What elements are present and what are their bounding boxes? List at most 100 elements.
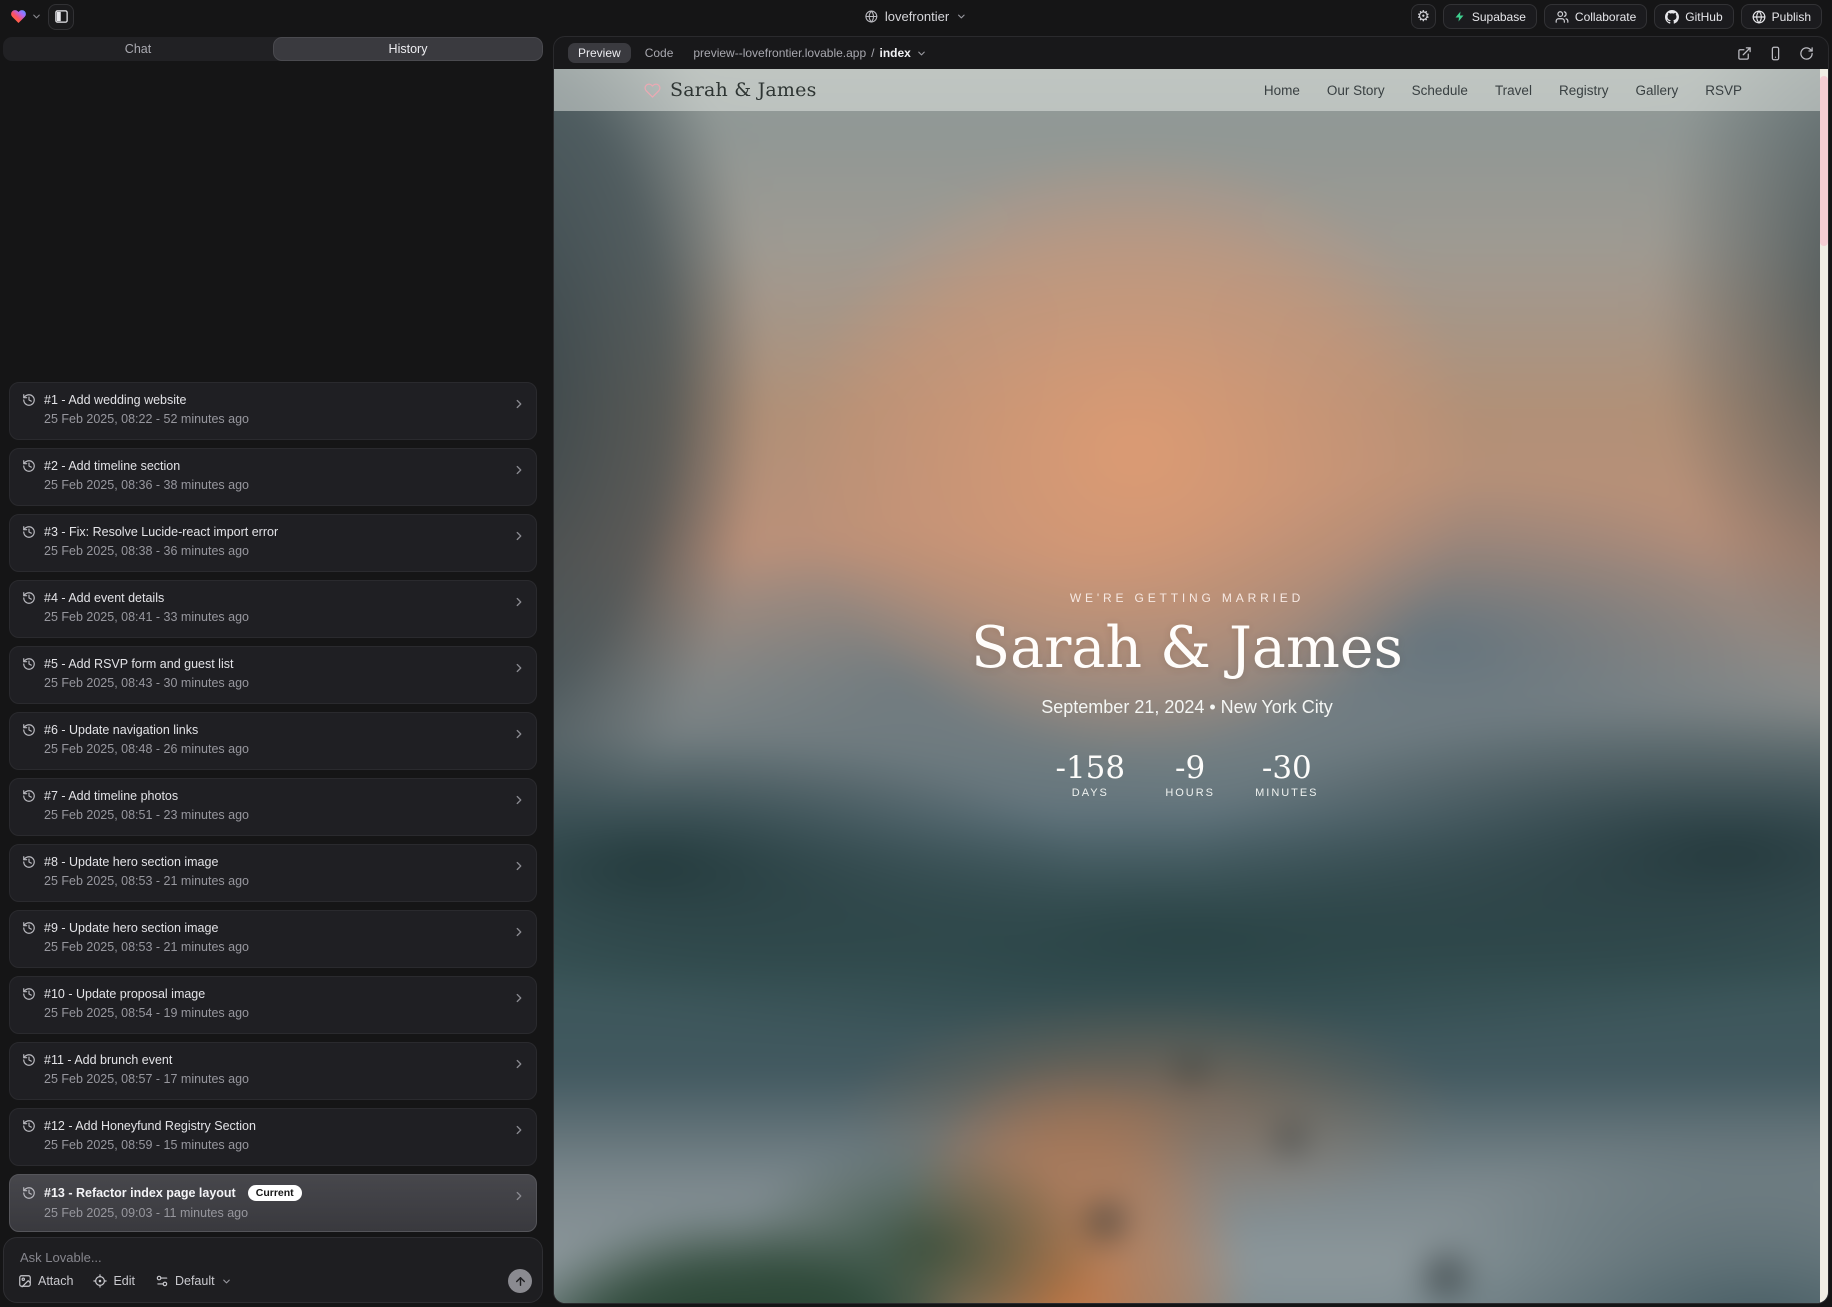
history-icon	[22, 657, 36, 671]
composer-placeholder[interactable]: Ask Lovable...	[20, 1250, 102, 1265]
history-item-title: #10 - Update proposal image	[44, 987, 205, 1001]
target-icon	[93, 1274, 107, 1288]
chevron-down-icon	[31, 11, 42, 22]
refresh-button[interactable]	[1799, 46, 1814, 61]
url-page: index	[879, 46, 910, 60]
history-item-title: #13 - Refactor index page layout	[44, 1186, 236, 1200]
lovable-heart-gradient-icon	[10, 8, 27, 25]
history-item-timestamp: 25 Feb 2025, 08:54 - 19 minutes ago	[44, 1006, 524, 1020]
history-item-title: #12 - Add Honeyfund Registry Section	[44, 1119, 256, 1133]
site-brand[interactable]: Sarah & James	[644, 79, 817, 101]
history-item[interactable]: #12 - Add Honeyfund Registry Section 25 …	[9, 1108, 537, 1166]
tab-history[interactable]: History	[273, 37, 543, 61]
history-item[interactable]: #5 - Add RSVP form and guest list 25 Feb…	[9, 646, 537, 704]
nav-gallery[interactable]: Gallery	[1635, 83, 1678, 98]
history-item[interactable]: #3 - Fix: Resolve Lucide-react import er…	[9, 514, 537, 572]
settings-button[interactable]: ⚙	[1411, 4, 1436, 29]
chevron-down-icon	[916, 48, 927, 59]
hero-eyebrow: WE'RE GETTING MARRIED	[554, 591, 1820, 605]
send-button[interactable]	[508, 1269, 532, 1293]
topbar: lovefrontier ⚙ Supabase Collaborate	[0, 0, 1832, 33]
chevron-right-icon	[512, 859, 526, 873]
edit-button[interactable]: Edit	[93, 1274, 135, 1288]
history-item-timestamp: 25 Feb 2025, 08:53 - 21 minutes ago	[44, 874, 524, 888]
publish-label: Publish	[1772, 10, 1811, 24]
tab-preview[interactable]: Preview	[568, 43, 631, 63]
collaborate-button[interactable]: Collaborate	[1544, 4, 1647, 29]
sidebar-tabs: Chat History	[3, 37, 543, 61]
preview-url[interactable]: preview--lovefrontier.lovable.app / inde…	[693, 46, 926, 60]
preview-panel: Preview Code preview--lovefrontier.lovab…	[553, 36, 1829, 1304]
project-switcher[interactable]: lovefrontier	[865, 0, 967, 33]
history-icon	[22, 855, 36, 869]
globe-icon	[1752, 10, 1766, 24]
history-icon	[22, 393, 36, 407]
countdown-days: -158 DAYS	[1055, 751, 1125, 799]
countdown-days-label: DAYS	[1055, 787, 1125, 799]
supabase-label: Supabase	[1472, 10, 1526, 24]
site-scrollbar	[1820, 69, 1828, 1303]
chevron-right-icon	[512, 529, 526, 543]
publish-button[interactable]: Publish	[1741, 4, 1822, 29]
history-item[interactable]: #6 - Update navigation links 25 Feb 2025…	[9, 712, 537, 770]
history-icon	[22, 525, 36, 539]
countdown-hours-value: -9	[1159, 751, 1221, 785]
history-item-title: #1 - Add wedding website	[44, 393, 186, 407]
sidebar: Chat History #1 - Add wedding website 25…	[3, 36, 543, 1304]
scrollbar-thumb[interactable]	[1820, 76, 1828, 246]
countdown-minutes-label: MINUTES	[1255, 787, 1318, 799]
hero-content: WE'RE GETTING MARRIED Sarah & James Sept…	[554, 591, 1820, 799]
history-item-timestamp: 25 Feb 2025, 08:48 - 26 minutes ago	[44, 742, 524, 756]
nav-home[interactable]: Home	[1264, 83, 1300, 98]
history-item-title: #5 - Add RSVP form and guest list	[44, 657, 233, 671]
nav-registry[interactable]: Registry	[1559, 83, 1609, 98]
history-item[interactable]: #11 - Add brunch event 25 Feb 2025, 08:5…	[9, 1042, 537, 1100]
history-item-timestamp: 25 Feb 2025, 08:51 - 23 minutes ago	[44, 808, 524, 822]
history-item-timestamp: 25 Feb 2025, 08:53 - 21 minutes ago	[44, 940, 524, 954]
hero-title: Sarah & James	[554, 619, 1820, 679]
nav-travel[interactable]: Travel	[1495, 83, 1532, 98]
chevron-right-icon	[512, 1123, 526, 1137]
nav-our-story[interactable]: Our Story	[1327, 83, 1385, 98]
nav-rsvp[interactable]: RSVP	[1705, 83, 1742, 98]
tab-chat[interactable]: Chat	[3, 37, 273, 61]
history-icon	[22, 1119, 36, 1133]
history-item[interactable]: #13 - Refactor index page layout Current…	[9, 1174, 537, 1232]
image-icon	[18, 1274, 32, 1288]
countdown: -158 DAYS -9 HOURS -30 MINUTES	[554, 751, 1820, 799]
chevron-right-icon	[512, 1057, 526, 1071]
chevron-right-icon	[512, 793, 526, 807]
chevron-right-icon	[512, 925, 526, 939]
open-external-button[interactable]	[1737, 46, 1752, 61]
attach-label: Attach	[38, 1274, 73, 1288]
countdown-hours-label: HOURS	[1159, 787, 1221, 799]
history-item[interactable]: #4 - Add event details 25 Feb 2025, 08:4…	[9, 580, 537, 638]
project-name: lovefrontier	[885, 9, 949, 24]
history-item-title: #8 - Update hero section image	[44, 855, 218, 869]
github-icon	[1665, 10, 1679, 24]
history-item[interactable]: #10 - Update proposal image 25 Feb 2025,…	[9, 976, 537, 1034]
history-icon	[22, 459, 36, 473]
chat-composer[interactable]: Ask Lovable... Attach Edit	[3, 1237, 543, 1303]
arrow-up-icon	[514, 1275, 527, 1288]
nav-schedule[interactable]: Schedule	[1412, 83, 1468, 98]
history-item[interactable]: #7 - Add timeline photos 25 Feb 2025, 08…	[9, 778, 537, 836]
collaborate-label: Collaborate	[1575, 10, 1636, 24]
history-item[interactable]: #9 - Update hero section image 25 Feb 20…	[9, 910, 537, 968]
lovable-logo-menu[interactable]	[10, 8, 42, 25]
history-item[interactable]: #1 - Add wedding website 25 Feb 2025, 08…	[9, 382, 537, 440]
history-item[interactable]: #2 - Add timeline section 25 Feb 2025, 0…	[9, 448, 537, 506]
tab-code[interactable]: Code	[645, 46, 674, 60]
sidebar-toggle-button[interactable]	[48, 4, 74, 30]
history-item-timestamp: 25 Feb 2025, 09:03 - 11 minutes ago	[44, 1206, 524, 1220]
device-toggle-button[interactable]	[1768, 46, 1783, 61]
history-item-timestamp: 25 Feb 2025, 08:22 - 52 minutes ago	[44, 412, 524, 426]
history-item-title: #7 - Add timeline photos	[44, 789, 178, 803]
mode-select[interactable]: Default	[155, 1274, 232, 1288]
history-item[interactable]: #8 - Update hero section image 25 Feb 20…	[9, 844, 537, 902]
supabase-button[interactable]: Supabase	[1443, 4, 1537, 29]
history-item-timestamp: 25 Feb 2025, 08:41 - 33 minutes ago	[44, 610, 524, 624]
github-button[interactable]: GitHub	[1654, 4, 1733, 29]
attach-button[interactable]: Attach	[18, 1274, 73, 1288]
countdown-days-value: -158	[1055, 751, 1125, 785]
